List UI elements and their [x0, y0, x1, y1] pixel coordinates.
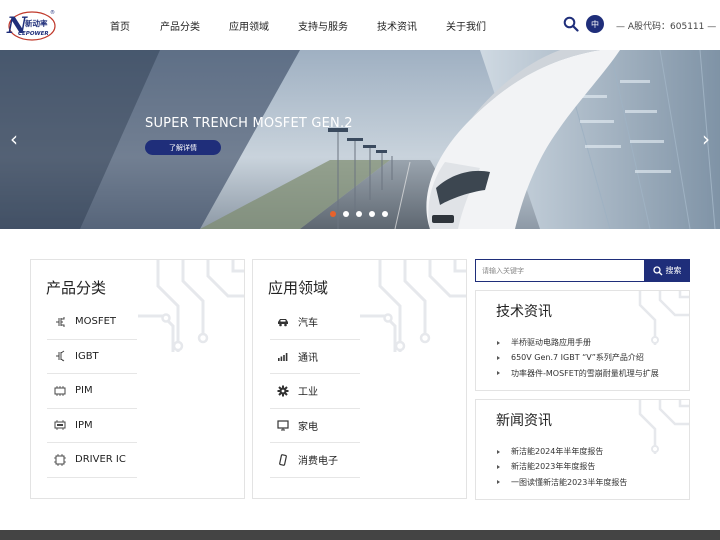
application-item-auto[interactable]: 汽车	[270, 305, 360, 340]
registered-mark: ®	[50, 9, 55, 16]
carousel-dot[interactable]	[356, 211, 362, 217]
bullet-triangle-icon	[497, 355, 500, 360]
site-search: 请输入关键字 搜索	[475, 259, 690, 282]
application-item-consumer[interactable]: 消费电子	[270, 443, 360, 478]
search-button-label: 搜索	[665, 266, 682, 275]
circuit-decoration	[360, 260, 466, 352]
carousel-dot[interactable]	[382, 211, 388, 217]
carousel-dot[interactable]	[369, 211, 375, 217]
news-item[interactable]: 功率器件-MOSFET的雪崩耐量机理与扩展	[497, 366, 659, 381]
carousel-dot[interactable]	[330, 211, 336, 217]
search-submit-button[interactable]: 搜索	[644, 259, 690, 282]
hero-banner: SUPER TRENCH MOSFET GEN.2 了解详情 ‹ ›	[0, 50, 720, 229]
bullet-triangle-icon	[497, 340, 500, 345]
application-item-appliance[interactable]: 家电	[270, 409, 360, 443]
logo-text: 新动率	[25, 18, 48, 28]
company-news-title: 新闻资讯	[496, 413, 552, 429]
chevron-left-icon[interactable]: ‹	[7, 128, 21, 150]
application-label: 消费电子	[298, 456, 338, 468]
nav-item-support[interactable]: 支持与服务	[298, 18, 348, 33]
product-category-card: 产品分类 MOSFET IGBT PIM IPM DRIVER IC	[30, 259, 245, 499]
carousel-dot[interactable]	[343, 211, 349, 217]
application-label: 工业	[298, 387, 318, 399]
search-input[interactable]: 请输入关键字	[475, 259, 645, 282]
category-label: DRIVER IC	[75, 454, 126, 466]
phone-icon	[276, 453, 290, 466]
igbt-icon	[53, 350, 67, 362]
news-item[interactable]: 新洁能2023年年度报告	[497, 459, 627, 474]
mosfet-icon	[53, 316, 67, 328]
news-item[interactable]: 650V Gen.7 IGBT “V”系列产品介绍	[497, 350, 659, 365]
category-item-ipm[interactable]: IPM	[47, 409, 137, 443]
carousel-pagination	[330, 211, 395, 217]
category-label: PIM	[75, 385, 93, 397]
circuit-decoration	[638, 400, 689, 454]
product-category-list: MOSFET IGBT PIM IPM DRIVER IC	[47, 305, 137, 478]
site-header: N 新动率 CEPOWER ® 首页 产品分类 应用领域 支持与服务 技术资讯 …	[0, 0, 720, 50]
news-item-label: 新洁能2024年半年度报告	[511, 447, 604, 457]
application-item-telecom[interactable]: 通讯	[270, 340, 360, 374]
banner-learn-more-button[interactable]: 了解详情	[145, 140, 221, 155]
company-news-card: 新闻资讯 新洁能2024年半年度报告 新洁能2023年年度报告 一图读懂新洁能2…	[475, 399, 690, 500]
main-nav: 首页 产品分类 应用领域 支持与服务 技术资讯 关于我们	[110, 0, 515, 50]
news-item-label: 650V Gen.7 IGBT “V”系列产品介绍	[511, 353, 644, 363]
product-category-title: 产品分类	[46, 279, 107, 297]
category-label: IGBT	[75, 350, 99, 362]
banner-background-image	[0, 50, 720, 229]
news-item-label: 半桥驱动电路应用手册	[511, 338, 591, 348]
search-icon[interactable]	[563, 16, 579, 32]
language-switch-button[interactable]: 中	[586, 15, 604, 33]
application-label: 家电	[298, 421, 318, 433]
pim-module-icon	[53, 385, 67, 397]
application-label: 通讯	[298, 352, 318, 364]
category-label: IPM	[75, 419, 93, 431]
search-icon	[652, 265, 662, 275]
nav-item-about[interactable]: 关于我们	[446, 18, 486, 33]
logo-subtext: CEPOWER	[18, 31, 49, 37]
category-item-pim[interactable]: PIM	[47, 374, 137, 409]
bullet-triangle-icon	[497, 464, 500, 469]
category-item-mosfet[interactable]: MOSFET	[47, 305, 137, 340]
monitor-icon	[276, 419, 290, 431]
bullet-triangle-icon	[497, 371, 500, 376]
nav-item-tech-news[interactable]: 技术资讯	[377, 18, 417, 33]
news-item[interactable]: 半桥驱动电路应用手册	[497, 335, 659, 350]
company-news-list: 新洁能2024年半年度报告 新洁能2023年年度报告 一图读懂新洁能2023半年…	[497, 444, 627, 490]
application-label: 汽车	[298, 318, 318, 330]
gear-icon	[276, 385, 290, 397]
category-item-igbt[interactable]: IGBT	[47, 340, 137, 374]
ipm-module-icon	[53, 419, 67, 431]
bullet-triangle-icon	[497, 480, 500, 485]
chevron-right-icon[interactable]: ›	[699, 128, 713, 150]
application-field-list: 汽车 通讯 工业 家电 消费电子	[270, 305, 360, 478]
category-item-driver-ic[interactable]: DRIVER IC	[47, 443, 137, 478]
stock-code: — A股代码：605111 —	[616, 22, 717, 32]
nav-item-products[interactable]: 产品分类	[160, 18, 200, 33]
bullet-triangle-icon	[497, 449, 500, 454]
banner-title: SUPER TRENCH MOSFET GEN.2	[145, 116, 353, 131]
nav-item-applications[interactable]: 应用领域	[229, 18, 269, 33]
news-item-label: 功率器件-MOSFET的雪崩耐量机理与扩展	[511, 368, 659, 378]
application-field-card: 应用领域 汽车 通讯 工业 家电 消费电子	[252, 259, 467, 499]
news-item[interactable]: 一图读懂新洁能2023半年度报告	[497, 475, 627, 490]
signal-icon	[276, 350, 290, 362]
application-item-industry[interactable]: 工业	[270, 374, 360, 409]
nav-item-home[interactable]: 首页	[110, 18, 130, 33]
application-field-title: 应用领域	[268, 279, 329, 297]
news-item-label: 一图读懂新洁能2023半年度报告	[511, 477, 628, 487]
tech-news-list: 半桥驱动电路应用手册 650V Gen.7 IGBT “V”系列产品介绍 功率器…	[497, 335, 659, 381]
brand-logo[interactable]: N 新动率 CEPOWER ®	[6, 8, 56, 42]
news-item[interactable]: 新洁能2024年半年度报告	[497, 444, 627, 459]
circuit-decoration	[138, 260, 244, 352]
tech-news-card: 技术资讯 半桥驱动电路应用手册 650V Gen.7 IGBT “V”系列产品介…	[475, 290, 690, 391]
car-icon	[276, 316, 290, 328]
category-label: MOSFET	[75, 316, 117, 328]
news-item-label: 新洁能2023年年度报告	[511, 462, 596, 472]
chip-icon	[53, 453, 67, 466]
tech-news-title: 技术资讯	[496, 304, 552, 320]
footer-bar	[0, 530, 720, 540]
